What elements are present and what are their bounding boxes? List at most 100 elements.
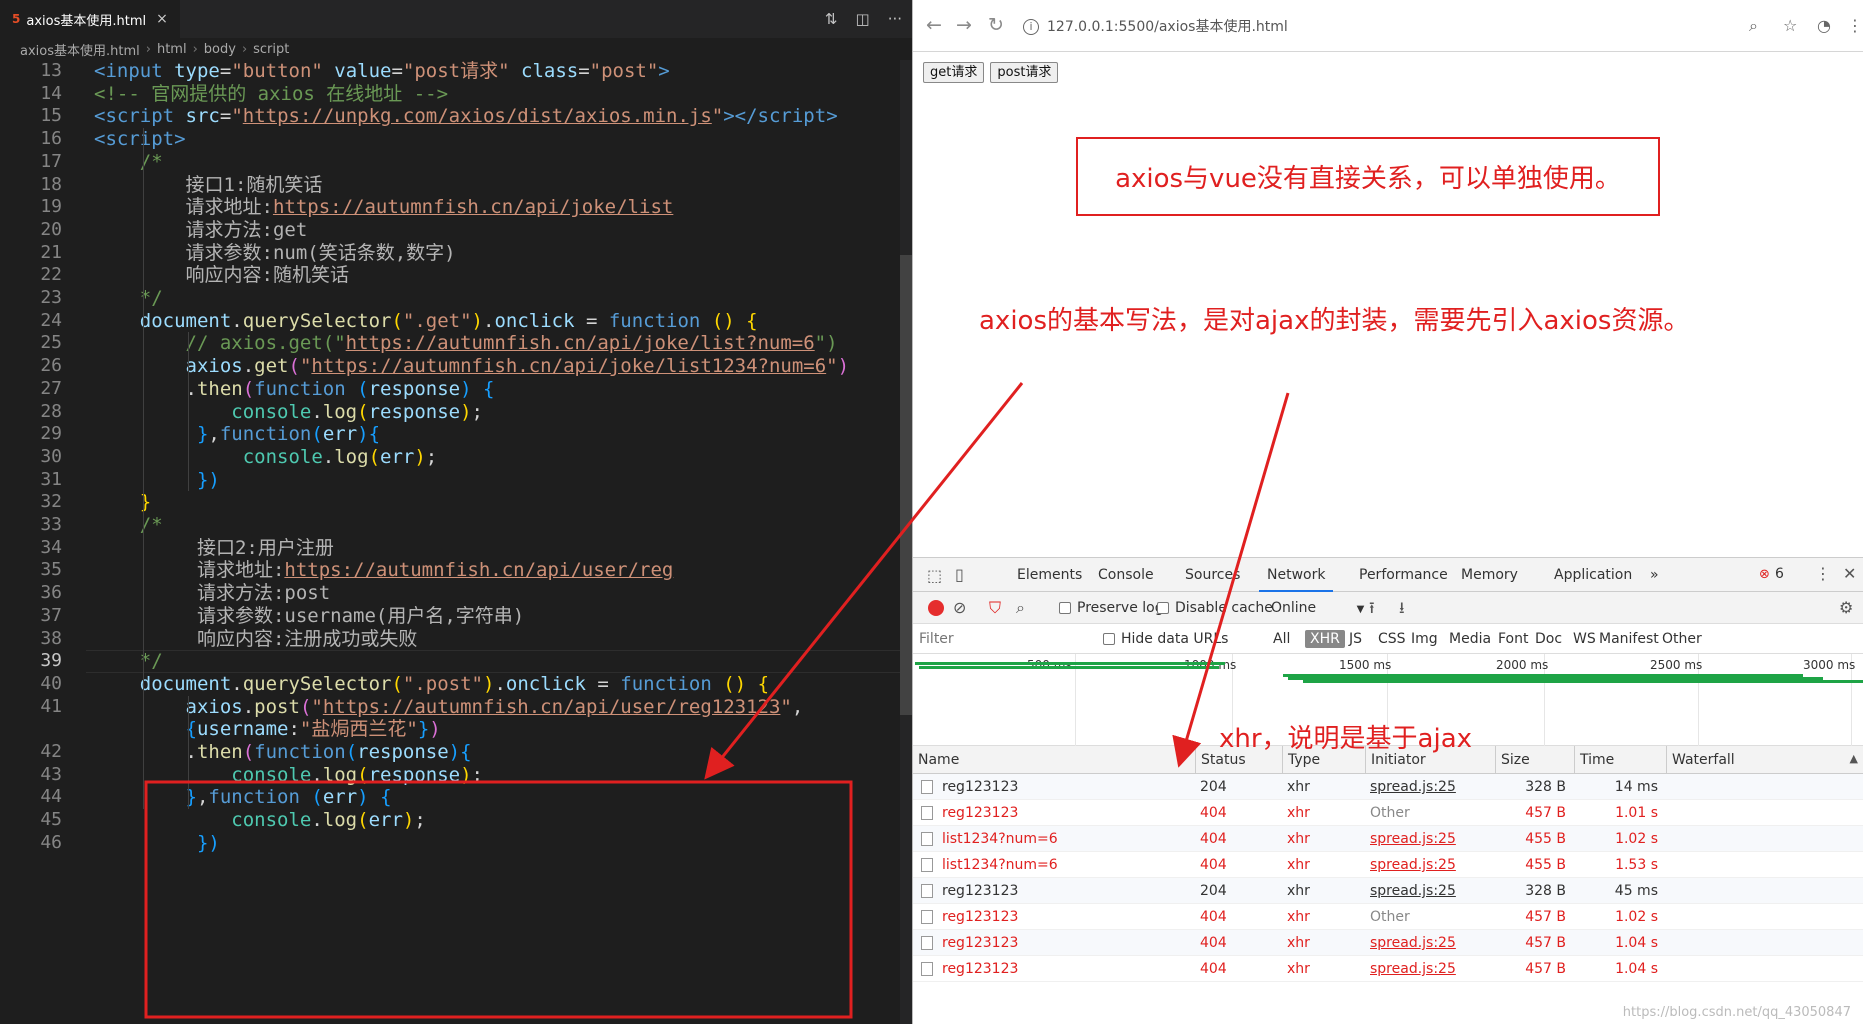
request-file-icon: [921, 884, 933, 898]
column-header-size[interactable]: Size: [1495, 746, 1574, 774]
tab-more[interactable]: »: [1650, 558, 1659, 592]
preserve-log-checkbox[interactable]: Preserve log: [1059, 592, 1164, 624]
filter-type-img[interactable]: Img: [1411, 624, 1438, 654]
code-token: "post": [589, 60, 659, 82]
editor-scrollbar[interactable]: [900, 60, 912, 1024]
line-number: 15: [40, 105, 62, 127]
cell-initiator[interactable]: spread.js:25: [1365, 956, 1495, 982]
code-line: 39 */: [0, 650, 900, 673]
import-har-icon[interactable]: ⭱: [1369, 592, 1375, 624]
split-editor-icon[interactable]: ◫: [856, 10, 870, 28]
table-row[interactable]: list1234?num=6 404 xhr spread.js:25 455 B 1.5…: [913, 852, 1863, 878]
devtools-menu-icon[interactable]: ⋮: [1815, 564, 1831, 583]
code-token: (: [242, 741, 255, 763]
close-icon[interactable]: ×: [156, 11, 168, 27]
cell-initiator[interactable]: spread.js:25: [1365, 826, 1495, 852]
filter-type-xhr[interactable]: XHR: [1305, 624, 1345, 654]
sort-ascending-icon[interactable]: ▲: [1850, 752, 1858, 765]
cell-initiator[interactable]: spread.js:25: [1365, 852, 1495, 878]
breadcrumb-item[interactable]: body: [204, 42, 236, 57]
search-icon[interactable]: ⌕: [1016, 592, 1025, 624]
table-row[interactable]: list1234?num=6 404 xhr spread.js:25 455 B 1.0…: [913, 826, 1863, 852]
code-text: <!-- 官网提供的 axios 在线地址 -->: [94, 83, 448, 106]
code-token: 请求参数:num(笑话条数,数字): [94, 241, 456, 264]
cell-size: 455 B: [1525, 857, 1566, 873]
info-icon[interactable]: i: [1023, 19, 1039, 35]
editor-scrollbar-thumb[interactable]: [900, 255, 912, 715]
filter-type-js[interactable]: JS: [1349, 624, 1362, 654]
get-button[interactable]: get请求: [923, 62, 985, 83]
tab-application[interactable]: Application: [1554, 558, 1632, 592]
filter-type-manifest[interactable]: Manifest: [1599, 624, 1659, 654]
hide-data-urls-checkbox[interactable]: Hide data URLs: [1103, 624, 1228, 654]
cell-initiator[interactable]: spread.js:25: [1365, 774, 1495, 800]
breadcrumb-file[interactable]: axios基本使用.html: [20, 40, 140, 59]
table-row[interactable]: reg123123 404 xhr Other 457 B 1.02 s: [913, 904, 1863, 930]
back-icon[interactable]: ←: [923, 14, 945, 36]
code-token: ;: [414, 809, 426, 832]
url-field[interactable]: i 127.0.0.1:5500/axios基本使用.html: [1023, 14, 1643, 40]
line-number: 43: [40, 763, 62, 785]
table-row[interactable]: reg123123 404 xhr Other 457 B 1.01 s: [913, 800, 1863, 826]
code-token: .: [494, 672, 506, 695]
tab-memory[interactable]: Memory: [1461, 558, 1518, 592]
post-button[interactable]: post请求: [990, 62, 1059, 83]
table-row[interactable]: reg123123 204 xhr spread.js:25 328 B 45 ms: [913, 878, 1863, 904]
clear-icon[interactable]: ⊘: [953, 592, 966, 624]
filter-input[interactable]: [919, 628, 1089, 650]
filter-type-css[interactable]: CSS: [1378, 624, 1406, 654]
tab-sources[interactable]: Sources: [1185, 558, 1240, 592]
breadcrumb-item[interactable]: html: [157, 42, 187, 57]
cell-initiator[interactable]: spread.js:25: [1365, 878, 1495, 904]
page-buttons: get请求 post请求: [923, 62, 1059, 83]
column-header-name[interactable]: Name: [913, 746, 1195, 774]
zoom-icon[interactable]: ⌕: [1749, 16, 1758, 36]
code-area[interactable]: 13 <input type="button" value="post请求" cl…: [0, 60, 906, 1024]
forward-icon[interactable]: →: [953, 14, 975, 36]
tab-network[interactable]: Network: [1259, 558, 1334, 592]
more-actions-icon[interactable]: ···: [888, 10, 902, 28]
table-row[interactable]: reg123123 204 xhr spread.js:25 328 B 14 ms: [913, 774, 1863, 800]
cell-time: 1.53 s: [1615, 857, 1658, 873]
tab-elements[interactable]: Elements: [1017, 558, 1082, 592]
table-row[interactable]: reg123123 404 xhr spread.js:25 457 B 1.04 s: [913, 956, 1863, 982]
disable-cache-checkbox[interactable]: Disable cache: [1157, 592, 1273, 624]
settings-icon[interactable]: ⚙: [1839, 592, 1853, 624]
inspect-icon[interactable]: ⬚: [927, 566, 942, 585]
device-toolbar-icon[interactable]: ▯: [955, 565, 964, 584]
menu-icon[interactable]: ⋮: [1847, 16, 1863, 35]
cell-time: 1.01 s: [1615, 805, 1658, 821]
cell-status: 404: [1200, 961, 1227, 977]
extension-icon[interactable]: ◔: [1817, 16, 1831, 35]
record-icon[interactable]: [928, 600, 944, 616]
filter-icon[interactable]: ⛉: [989, 592, 1001, 624]
filter-type-ws[interactable]: WS: [1573, 624, 1596, 654]
editor-tab[interactable]: 5 axios基本使用.html ×: [0, 0, 180, 38]
close-devtools-icon[interactable]: ✕: [1843, 564, 1856, 583]
code-token: src: [185, 105, 220, 128]
tab-performance[interactable]: Performance: [1359, 558, 1448, 592]
throttling-select[interactable]: Online ▼: [1271, 592, 1364, 624]
cell-initiator[interactable]: spread.js:25: [1365, 930, 1495, 956]
breadcrumb-item[interactable]: script: [253, 42, 289, 57]
filter-type-label: Other: [1662, 631, 1702, 647]
column-header-time[interactable]: Time: [1574, 746, 1666, 774]
filter-type-media[interactable]: Media: [1449, 624, 1491, 654]
export-har-icon[interactable]: ⭳: [1399, 592, 1405, 624]
code-token: ,: [196, 786, 209, 809]
compare-changes-icon[interactable]: ⇅: [825, 10, 838, 28]
filter-type-font[interactable]: Font: [1498, 624, 1528, 654]
code-text: {username:"盐焗西兰花"}): [94, 718, 441, 741]
filter-type-other[interactable]: Other: [1662, 624, 1702, 654]
column-header-waterfall[interactable]: Waterfall: [1666, 746, 1863, 774]
code-editor[interactable]: 5 axios基本使用.html × ⇅ ◫ ··· axios基本使用.htm…: [0, 0, 912, 1024]
error-icon[interactable]: ⊗: [1759, 567, 1770, 582]
code-token: ): [837, 355, 850, 378]
tab-console[interactable]: Console: [1098, 558, 1154, 592]
filter-type-all[interactable]: All: [1273, 624, 1290, 654]
table-row[interactable]: reg123123 404 xhr spread.js:25 457 B 1.04 s: [913, 930, 1863, 956]
filter-type-doc[interactable]: Doc: [1535, 624, 1562, 654]
reload-icon[interactable]: ↻: [985, 14, 1007, 36]
star-icon[interactable]: ☆: [1783, 16, 1797, 35]
cell-type: xhr: [1287, 779, 1310, 795]
